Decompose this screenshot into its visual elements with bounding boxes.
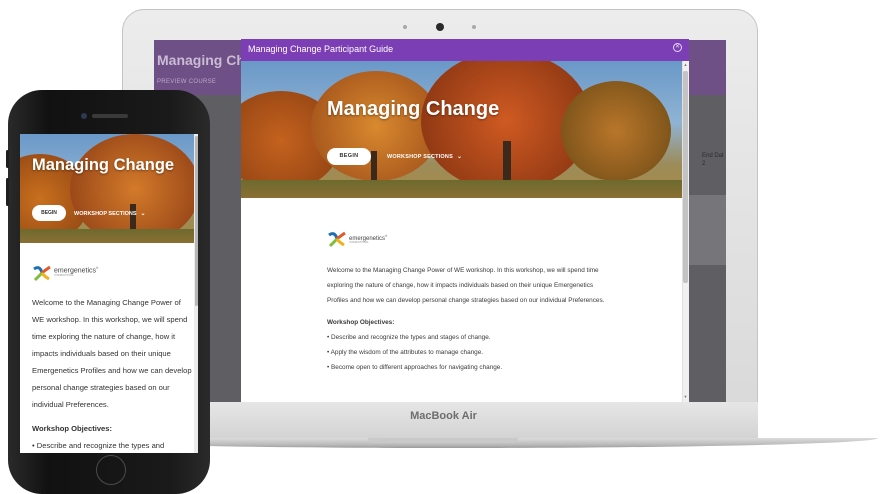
- workshop-sections-dropdown[interactable]: WORKSHOP SECTIONS ⌄: [387, 153, 462, 160]
- laptop-sensor-left: [403, 25, 407, 29]
- laptop-opening-notch: [368, 438, 518, 443]
- phone-workshop-sections-dropdown[interactable]: WORKSHOP SECTIONS ⌄: [74, 210, 146, 217]
- end-date-value: 2: [702, 161, 706, 167]
- background-app-subtitle: PREVIEW COURSE: [157, 79, 217, 85]
- objective-item: • Become open to different approaches fo…: [327, 364, 503, 371]
- phone-intro-paragraph: Welcome to the Managing Change Power of …: [32, 298, 192, 409]
- modal-title-bar: Managing Change Participant Guide ✕: [241, 39, 689, 61]
- emergenetics-logo-mark-icon: [328, 231, 346, 248]
- intro-paragraph: Welcome to the Managing Change Power of …: [327, 267, 605, 304]
- phone-objectives-heading: Workshop Objectives:: [32, 424, 113, 433]
- objective-item: • Describe and recognize the types and s…: [327, 334, 491, 341]
- background-app-end-date: End Dat 2: [702, 152, 724, 168]
- phone-workshop-sections-label: WORKSHOP SECTIONS: [74, 211, 137, 217]
- begin-button[interactable]: BEGIN: [327, 148, 371, 165]
- phone-home-button[interactable]: [96, 455, 126, 485]
- objective-item: • Apply the wisdom of the attributes to …: [327, 349, 484, 356]
- close-icon[interactable]: ✕: [673, 43, 682, 52]
- chevron-down-icon: ⌄: [456, 154, 463, 160]
- phone-speaker: [92, 114, 128, 118]
- scroll-up-arrow-icon[interactable]: ▲: [683, 62, 688, 67]
- phone-logo-tagline: INTERNATIONAL: [54, 274, 74, 277]
- phone-emergenetics-logo: emergenetics® INTERNATIONAL: [32, 263, 98, 288]
- modal-hero: Managing Change BEGIN WORKSHOP SECTIONS ⌄: [241, 61, 682, 198]
- phone-camera: [81, 113, 87, 119]
- background-app-title: Managing Cha: [157, 52, 253, 68]
- laptop-camera: [436, 23, 444, 31]
- logo-tagline: INTERNATIONAL: [349, 241, 369, 244]
- phone-side-button: [6, 150, 9, 168]
- phone-hero: Managing Change BEGIN WORKSHOP SECTIONS ⌄: [20, 134, 194, 243]
- end-date-label: End Dat: [702, 153, 724, 159]
- modal-body-text: Welcome to the Managing Change Power of …: [327, 263, 607, 375]
- hero-ground: [241, 180, 682, 198]
- emergenetics-logo: emergenetics® INTERNATIONAL: [327, 229, 387, 254]
- laptop-sensor-right: [472, 25, 476, 29]
- objectives-heading: Workshop Objectives:: [327, 319, 395, 326]
- workshop-sections-label: WORKSHOP SECTIONS: [387, 154, 453, 160]
- phone-scrollbar-thumb[interactable]: [195, 136, 198, 306]
- phone-side-button: [6, 178, 9, 206]
- modal-title: Managing Change Participant Guide: [248, 44, 394, 54]
- phone-begin-button[interactable]: BEGIN: [32, 205, 66, 221]
- phone-objective-item: • Describe and recognize the types and: [32, 441, 165, 450]
- phone-hero-heading: Managing Change: [32, 156, 175, 174]
- scroll-down-arrow-icon[interactable]: ▼: [683, 394, 688, 399]
- tree-foliage: [561, 81, 671, 181]
- hero-heading: Managing Change: [327, 98, 500, 120]
- phone-body-text: Welcome to the Managing Change Power of …: [32, 294, 192, 453]
- phone-screen: Managing Change BEGIN WORKSHOP SECTIONS ⌄…: [20, 134, 198, 453]
- chevron-down-icon: ⌄: [140, 211, 146, 217]
- modal-scrollbar-thumb[interactable]: [683, 71, 688, 283]
- participant-guide-modal: Managing Change Participant Guide ✕ Mana…: [241, 39, 689, 402]
- phone-hero-ground: [20, 229, 194, 243]
- emergenetics-logo-mark-icon: [33, 265, 51, 282]
